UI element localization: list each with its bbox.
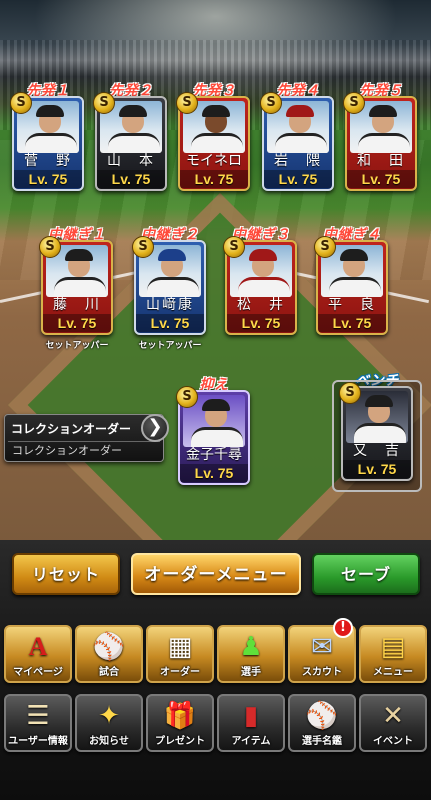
player-level: Lv. 75 [180,464,248,482]
player-level: Lv. 75 [180,170,248,188]
rank-s-icon: S [10,92,32,114]
field-order-icon: ▦ [167,632,193,662]
starter-slot-2[interactable]: 先発２ 山 本 Lv. 75 S [93,83,167,191]
player-name: 平 良 [328,297,376,313]
players-button[interactable]: ♟ 選手 [217,625,285,683]
rank-s-icon: S [93,92,115,114]
player-name: 又 吉 [353,443,401,459]
player-name: 松 井 [237,297,285,313]
notices-button[interactable]: ✦ お知らせ [75,694,143,752]
rank-s-icon: S [223,236,245,258]
event-button[interactable]: ✕ イベント [359,694,427,752]
collection-order-title: コレクションオーダー [11,422,132,436]
menu-label: 試合 [99,667,119,678]
setup-role-label: セットアッパー [45,341,109,351]
crossed-bats-icon: ✕ [382,701,404,731]
order-button[interactable]: ▦ オーダー [146,625,214,683]
player-level: Lv. 75 [97,170,165,188]
chevron-right-icon[interactable]: ❯ [141,414,169,442]
item-book-icon: ▮ [243,701,259,731]
menu-character-icon: ▤ [380,632,406,662]
player-name: 金子千尋 [186,447,242,463]
collection-order-value: コレクションオーダー [8,441,160,459]
rank-s-icon: S [176,92,198,114]
player-name: モイネロ [186,153,242,169]
present-button[interactable]: 🎁 プレゼント [146,694,214,752]
rank-s-icon: S [176,386,198,408]
gift-icon: 🎁 [163,701,197,731]
player-name: 藤 川 [53,297,101,313]
menu-label: ユーザー情報 [8,736,68,747]
main-menu-row: A マイページ ⚾ 試合 ▦ オーダー ♟ 選手 ✉ スカウト ▤ メニュー [0,625,431,687]
menu-label: お知らせ [89,736,129,747]
baseball-icon: ⚾ [92,632,126,662]
save-button[interactable]: セーブ [312,553,420,595]
menu-label: メニュー [373,667,413,678]
starter-slot-3[interactable]: 先発３ モイネロ Lv. 75 S [176,83,250,191]
player-name: 山﨑康 [146,297,194,313]
starter-slot-4[interactable]: 先発４ 岩 隈 Lv. 75 S [260,83,334,191]
player-directory-icon: ⚾ [305,701,339,731]
player-level: Lv. 75 [136,314,204,332]
menu-label: イベント [373,736,413,747]
menu-label: オーダー [160,667,200,678]
menu-button[interactable]: ▤ メニュー [359,625,427,683]
mypage-icon: A [28,632,48,661]
reliever-slot-4[interactable]: 中継ぎ４ 平 良 Lv. 75 S [314,227,388,335]
player-level: Lv. 75 [343,460,411,478]
player-name: 菅 野 [24,153,72,169]
order-menu-button[interactable]: オーダーメニュー [131,553,301,595]
user-info-button[interactable]: ☰ ユーザー情報 [4,694,72,752]
player-name: 山 本 [107,153,155,169]
player-name: 和 田 [357,153,405,169]
mypage-button[interactable]: A マイページ [4,625,72,683]
collection-order-selector[interactable]: コレクションオーダー コレクションオーダー [4,414,164,462]
reset-button[interactable]: リセット [12,553,120,595]
rank-s-icon: S [339,382,361,404]
starter-slot-5[interactable]: 先発５ 和 田 Lv. 75 S [343,83,417,191]
player-level: Lv. 75 [227,314,295,332]
player-level: Lv. 75 [43,314,111,332]
match-button[interactable]: ⚾ 試合 [75,625,143,683]
rank-s-icon: S [132,236,154,258]
menu-label: マイページ [13,667,63,678]
menu-label: スカウト [302,667,342,678]
player-level: Lv. 75 [318,314,386,332]
menu-label: プレゼント [155,736,205,747]
player-level: Lv. 75 [14,170,82,188]
setup-role-label: セットアッパー [138,341,202,351]
reliever-slot-1[interactable]: 中継ぎ１ 藤 川 Lv. 75 S セットアッパー [39,227,113,351]
bench-slot[interactable]: ベンチ 又 吉 Lv. 75 S [332,373,422,492]
closer-slot[interactable]: 抑え 金子千尋 Lv. 75 S [176,377,250,485]
rank-s-icon: S [39,236,61,258]
reliever-slot-3[interactable]: 中継ぎ３ 松 井 Lv. 75 S [223,227,297,335]
menu-label: アイテム [231,736,271,747]
user-info-icon: ☰ [26,701,50,731]
menu-label: 選手 [241,667,261,678]
reliever-slot-2[interactable]: 中継ぎ２ 山﨑康 Lv. 75 S セットアッパー [132,227,206,351]
sub-menu-row: ☰ ユーザー情報 ✦ お知らせ 🎁 プレゼント ▮ アイテム ⚾ 選手名鑑 ✕ … [0,694,431,756]
menu-label: 選手名鑑 [302,736,342,747]
rank-s-icon: S [260,92,282,114]
rank-s-icon: S [343,92,365,114]
items-button[interactable]: ▮ アイテム [217,694,285,752]
player-name: 岩 隈 [274,153,322,169]
rank-s-icon: S [314,236,336,258]
player-level: Lv. 75 [264,170,332,188]
player-level: Lv. 75 [347,170,415,188]
notice-icon: ✦ [98,701,120,731]
starter-slot-1[interactable]: 先発１ 菅 野 Lv. 75 S [10,83,84,191]
player-icon: ♟ [239,632,263,662]
notification-badge: ! [333,618,353,638]
player-directory-button[interactable]: ⚾ 選手名鑑 [288,694,356,752]
